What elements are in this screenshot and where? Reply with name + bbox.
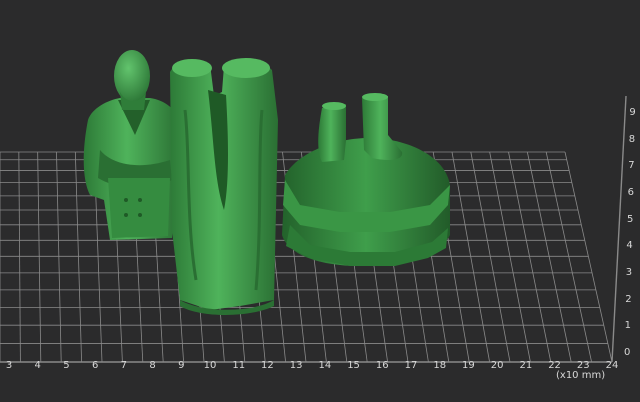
x-tick-label: 17: [404, 360, 418, 371]
y-tick-label: 4: [626, 240, 633, 252]
x-tick-label: 5: [63, 360, 70, 371]
y-tick-label: 2: [625, 293, 632, 305]
y-tick-label: 7: [628, 160, 635, 172]
x-tick-label: 15: [347, 360, 360, 371]
grid-line: [489, 151, 531, 363]
x-tick-label: 11: [232, 360, 246, 371]
x-tick-label: 16: [375, 360, 389, 371]
grid-line: [564, 151, 613, 363]
scene-canvas[interactable]: [0, 0, 640, 402]
x-tick-label: 12: [261, 360, 274, 371]
y-tick-label: 6: [627, 187, 634, 198]
y-tick-label: 1: [624, 320, 631, 332]
x-tick-label: 24: [605, 360, 619, 371]
x-tick-label: 4: [34, 360, 41, 371]
grid-line: [470, 151, 511, 363]
x-tick-label: 6: [91, 360, 99, 371]
bust-figure[interactable]: [83, 50, 180, 240]
3d-viewport[interactable]: 3 4 5 6 7 8 9 10 11 12 13 14 15 16 17 18 19 20 21 22 23 24 01…: [0, 0, 640, 402]
grid-line: [74, 151, 82, 363]
axis-unit-label: (x10 mm): [556, 370, 606, 381]
y-tick-label: 8: [628, 133, 636, 145]
grid-line: [545, 151, 592, 363]
x-tick-label: 3: [5, 360, 13, 371]
grid-line: [56, 151, 62, 363]
x-tick-label: 21: [519, 360, 533, 371]
x-tick-label: 18: [433, 360, 447, 371]
x-tick-label: 10: [203, 360, 217, 371]
grid-line: [451, 151, 490, 363]
y-tick-label: 0: [624, 347, 631, 358]
y-tick-label: 3: [625, 267, 633, 278]
x-tick-label: 8: [149, 360, 156, 371]
x-tick-label: 19: [462, 360, 475, 371]
legs-figure[interactable]: [170, 58, 278, 315]
grid-line: [508, 151, 552, 363]
x-tick-label: 7: [120, 360, 128, 371]
x-tick-label: 9: [178, 360, 185, 371]
x-tick-label: 13: [289, 360, 303, 371]
y-tick-label: 9: [629, 107, 636, 118]
x-tick-label: 20: [490, 360, 504, 371]
y-tick-label: 5: [627, 213, 634, 225]
grid-line: [37, 151, 42, 363]
grid-line: [526, 151, 572, 363]
boots-pedestal-figure[interactable]: [282, 93, 450, 266]
grid-line: [18, 151, 21, 363]
x-tick-label: 14: [318, 360, 332, 371]
